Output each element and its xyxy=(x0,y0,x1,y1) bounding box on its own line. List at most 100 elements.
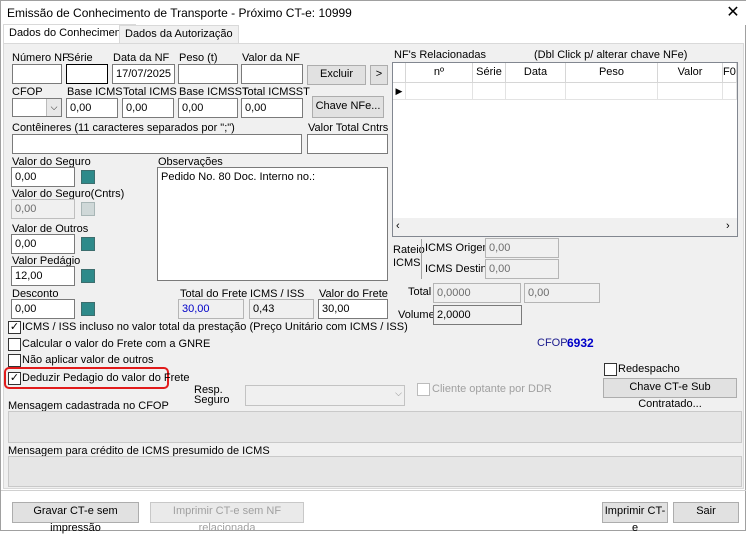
close-icon: ✕ xyxy=(726,4,740,21)
gravar-sem-impressao-button[interactable]: Gravar CT-e sem impressão xyxy=(12,502,139,534)
base-icms-input[interactable]: 0,00 xyxy=(66,98,118,118)
tab-dados-conhecimento[interactable]: Dados do Conhecimento xyxy=(3,24,137,44)
icms-incluso-label: ICMS / ISS incluso no valor total da pre… xyxy=(22,321,408,333)
grid-header-truncated[interactable]: F0 xyxy=(723,63,737,83)
peso-label: Peso (t) xyxy=(179,52,218,64)
grid-cell[interactable] xyxy=(506,83,566,100)
valor-nf-label: Valor da NF xyxy=(242,52,300,64)
cfop-label: CFOP xyxy=(12,86,43,98)
volume-value: 2,0000 xyxy=(433,305,522,325)
calculator-icon[interactable] xyxy=(81,269,95,283)
valor-pedagio-input[interactable]: 12,00 xyxy=(11,266,75,286)
nfs-relacionadas-label: NF's Relacionadas xyxy=(394,49,486,61)
base-icmsst-input[interactable]: 0,00 xyxy=(178,98,238,118)
data-nf-label: Data da NF xyxy=(113,52,170,64)
base-icms-label: Base ICMS xyxy=(67,86,123,98)
sair-button[interactable]: Sair xyxy=(673,502,739,523)
calculator-icon xyxy=(81,202,95,216)
calculator-icon[interactable] xyxy=(81,302,95,316)
peso-input[interactable] xyxy=(178,64,238,84)
numero-nf-label: Número NF xyxy=(12,52,69,64)
grid-header-data[interactable]: Data xyxy=(506,63,566,83)
rateio-label-line2: ICMS xyxy=(393,257,421,269)
total-value-1: 0,0000 xyxy=(433,283,521,303)
total-icms-input[interactable]: 0,00 xyxy=(122,98,174,118)
valor-frete-input[interactable]: 30,00 xyxy=(318,299,388,319)
grid-header-valor[interactable]: Valor xyxy=(658,63,723,83)
grid-cell[interactable] xyxy=(473,83,506,100)
valor-nf-input[interactable] xyxy=(241,64,303,84)
close-button[interactable]: ✕ xyxy=(721,2,745,24)
icms-incluso-checkbox[interactable]: ✓ xyxy=(8,321,21,334)
valor-outros-input[interactable]: 0,00 xyxy=(11,234,75,254)
grid-header-numero[interactable]: nº xyxy=(406,63,473,83)
icms-origem-label: ICMS Origem xyxy=(425,242,492,254)
serie-input[interactable] xyxy=(66,64,108,84)
total-frete-value: 30,00 xyxy=(178,299,244,319)
deduzir-pedagio-checkbox[interactable]: ✓ xyxy=(8,372,21,385)
containers-input[interactable] xyxy=(12,134,302,154)
cliente-ddr-checkbox[interactable] xyxy=(417,383,430,396)
grid-cell[interactable] xyxy=(566,83,658,100)
total-value-2: 0,00 xyxy=(524,283,600,303)
redespacho-checkbox[interactable] xyxy=(604,363,617,376)
calculator-icon[interactable] xyxy=(81,170,95,184)
cfop-select[interactable]: ⌵ xyxy=(12,98,62,117)
gnre-label: Calcular o valor do Frete com a GNRE xyxy=(22,338,211,350)
grid-corner xyxy=(393,63,406,83)
chevron-down-icon: ⌵ xyxy=(395,388,402,398)
numero-nf-input[interactable] xyxy=(12,64,62,84)
total-cntrs-label: Valor Total Cntrs xyxy=(308,122,389,134)
serie-label: Série xyxy=(67,52,93,64)
grid-cell[interactable] xyxy=(406,83,473,100)
chave-subcontratado-button[interactable]: Chave CT-e Sub Contratado... xyxy=(603,378,737,410)
base-icmsst-label: Base ICMSST xyxy=(179,86,249,98)
grid-cell[interactable] xyxy=(658,83,723,100)
excluir-button[interactable]: Excluir xyxy=(307,65,366,85)
deduzir-pedagio-label: Deduzir Pedagio do valor do Frete xyxy=(22,372,190,384)
total-label: Total xyxy=(408,286,432,298)
mensagem-icms-box xyxy=(8,456,742,487)
icms-destino-label: ICMS Destino xyxy=(425,263,493,275)
calculator-icon[interactable] xyxy=(81,237,95,251)
cfop-display-label: CFOP: xyxy=(537,337,571,349)
valor-seguro-input[interactable]: 0,00 xyxy=(11,167,75,187)
rateio-divider xyxy=(421,239,422,279)
observacoes-textarea[interactable]: Pedido No. 80 Doc. Interno no.: xyxy=(157,167,388,281)
icms-iss-value: 0,43 xyxy=(249,299,314,319)
resp-seguro-label-line2: Seguro xyxy=(194,394,230,406)
total-icms-label: Total ICMS xyxy=(123,86,177,98)
containers-label: Contêineres (11 caracteres separados por… xyxy=(12,122,235,134)
imprimir-sem-nf-button[interactable]: Imprimir CT-e sem NF relacionada xyxy=(150,502,304,534)
total-icmsst-input[interactable]: 0,00 xyxy=(241,98,303,118)
data-nf-input[interactable]: 17/07/2025 xyxy=(112,64,175,84)
grid-cell[interactable] xyxy=(723,83,737,100)
valor-seguro-cntrs-input[interactable]: 0,00 xyxy=(11,199,75,219)
chave-nfe-button[interactable]: Chave NFe... xyxy=(312,96,384,118)
mensagem-cfop-box xyxy=(8,411,742,443)
tab-dados-autorizacao[interactable]: Dados da Autorização xyxy=(119,25,239,43)
total-cntrs-input[interactable] xyxy=(307,134,388,154)
icms-origem-value: 0,00 xyxy=(485,238,559,258)
nfs-grid[interactable]: nº Série Data Peso Valor F0 ▶ ‹ › xyxy=(392,62,738,237)
total-icmsst-label: Total ICMSST xyxy=(242,86,310,98)
cliente-ddr-label: Cliente optante por DDR xyxy=(432,383,552,395)
nfs-hint: (Dbl Click p/ alterar chave NFe) xyxy=(534,49,688,61)
scroll-left-icon[interactable]: ‹ xyxy=(396,220,400,232)
imprimir-cte-button[interactable]: Imprimir CT-e xyxy=(602,502,668,534)
volume-label: Volume xyxy=(398,309,435,321)
nao-aplicar-outros-checkbox[interactable] xyxy=(8,354,21,367)
gnre-checkbox[interactable] xyxy=(8,338,21,351)
cfop-display-value: 6932 xyxy=(567,336,594,350)
resp-seguro-select[interactable]: ⌵ xyxy=(245,385,405,406)
add-nf-arrow-button[interactable]: > xyxy=(370,65,388,85)
desconto-input[interactable]: 0,00 xyxy=(11,299,75,319)
horizontal-scrollbar[interactable]: ‹ › xyxy=(393,218,737,236)
scroll-right-icon[interactable]: › xyxy=(726,220,730,232)
icms-destino-value: 0,00 xyxy=(485,259,559,279)
nao-aplicar-outros-label: Não aplicar valor de outros xyxy=(22,354,154,366)
footer-divider xyxy=(1,490,746,491)
grid-header-peso[interactable]: Peso xyxy=(566,63,658,83)
grid-header-serie[interactable]: Série xyxy=(473,63,506,83)
chevron-down-icon: ⌵ xyxy=(46,99,61,116)
